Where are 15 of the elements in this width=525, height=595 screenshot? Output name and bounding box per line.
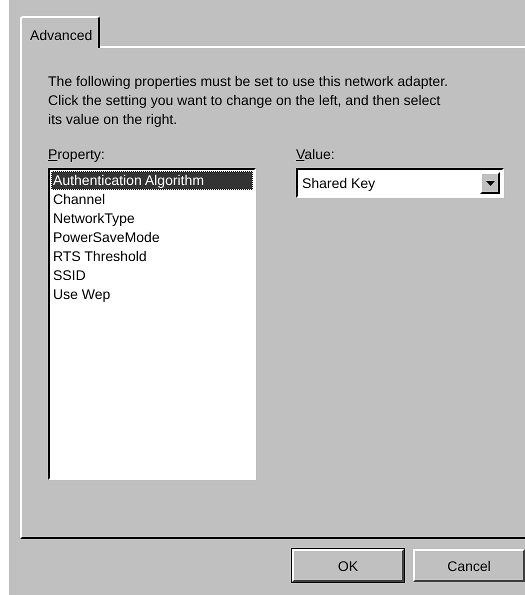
property-item[interactable]: SSID — [51, 266, 253, 285]
property-list[interactable]: Authentication Algorithm Channel NetworkType PowerSaveMode RTS Threshold SSID Use Wep — [48, 168, 256, 480]
property-item[interactable]: PowerSaveMode — [51, 228, 253, 247]
property-item[interactable]: Channel — [51, 190, 253, 209]
value-dropdown[interactable]: Shared Key — [296, 168, 504, 198]
tab[interactable]: Advanced — [20, 16, 100, 48]
dialog-button[interactable]: Cancel — [413, 549, 525, 582]
property-item[interactable]: Authentication Algorithm — [51, 171, 253, 190]
property-item[interactable]: Use Wep — [51, 285, 253, 304]
value-label: Value: — [296, 145, 335, 164]
property-label: Property: — [48, 145, 105, 164]
property-item[interactable]: NetworkType — [51, 209, 253, 228]
dialog-button[interactable]: OK — [292, 549, 404, 582]
description-text: The following properties must be set to use this network adapter. Click the setting you want to change on the left, and then select its value on the right. — [48, 72, 448, 129]
property-item[interactable]: RTS Threshold — [51, 247, 253, 266]
